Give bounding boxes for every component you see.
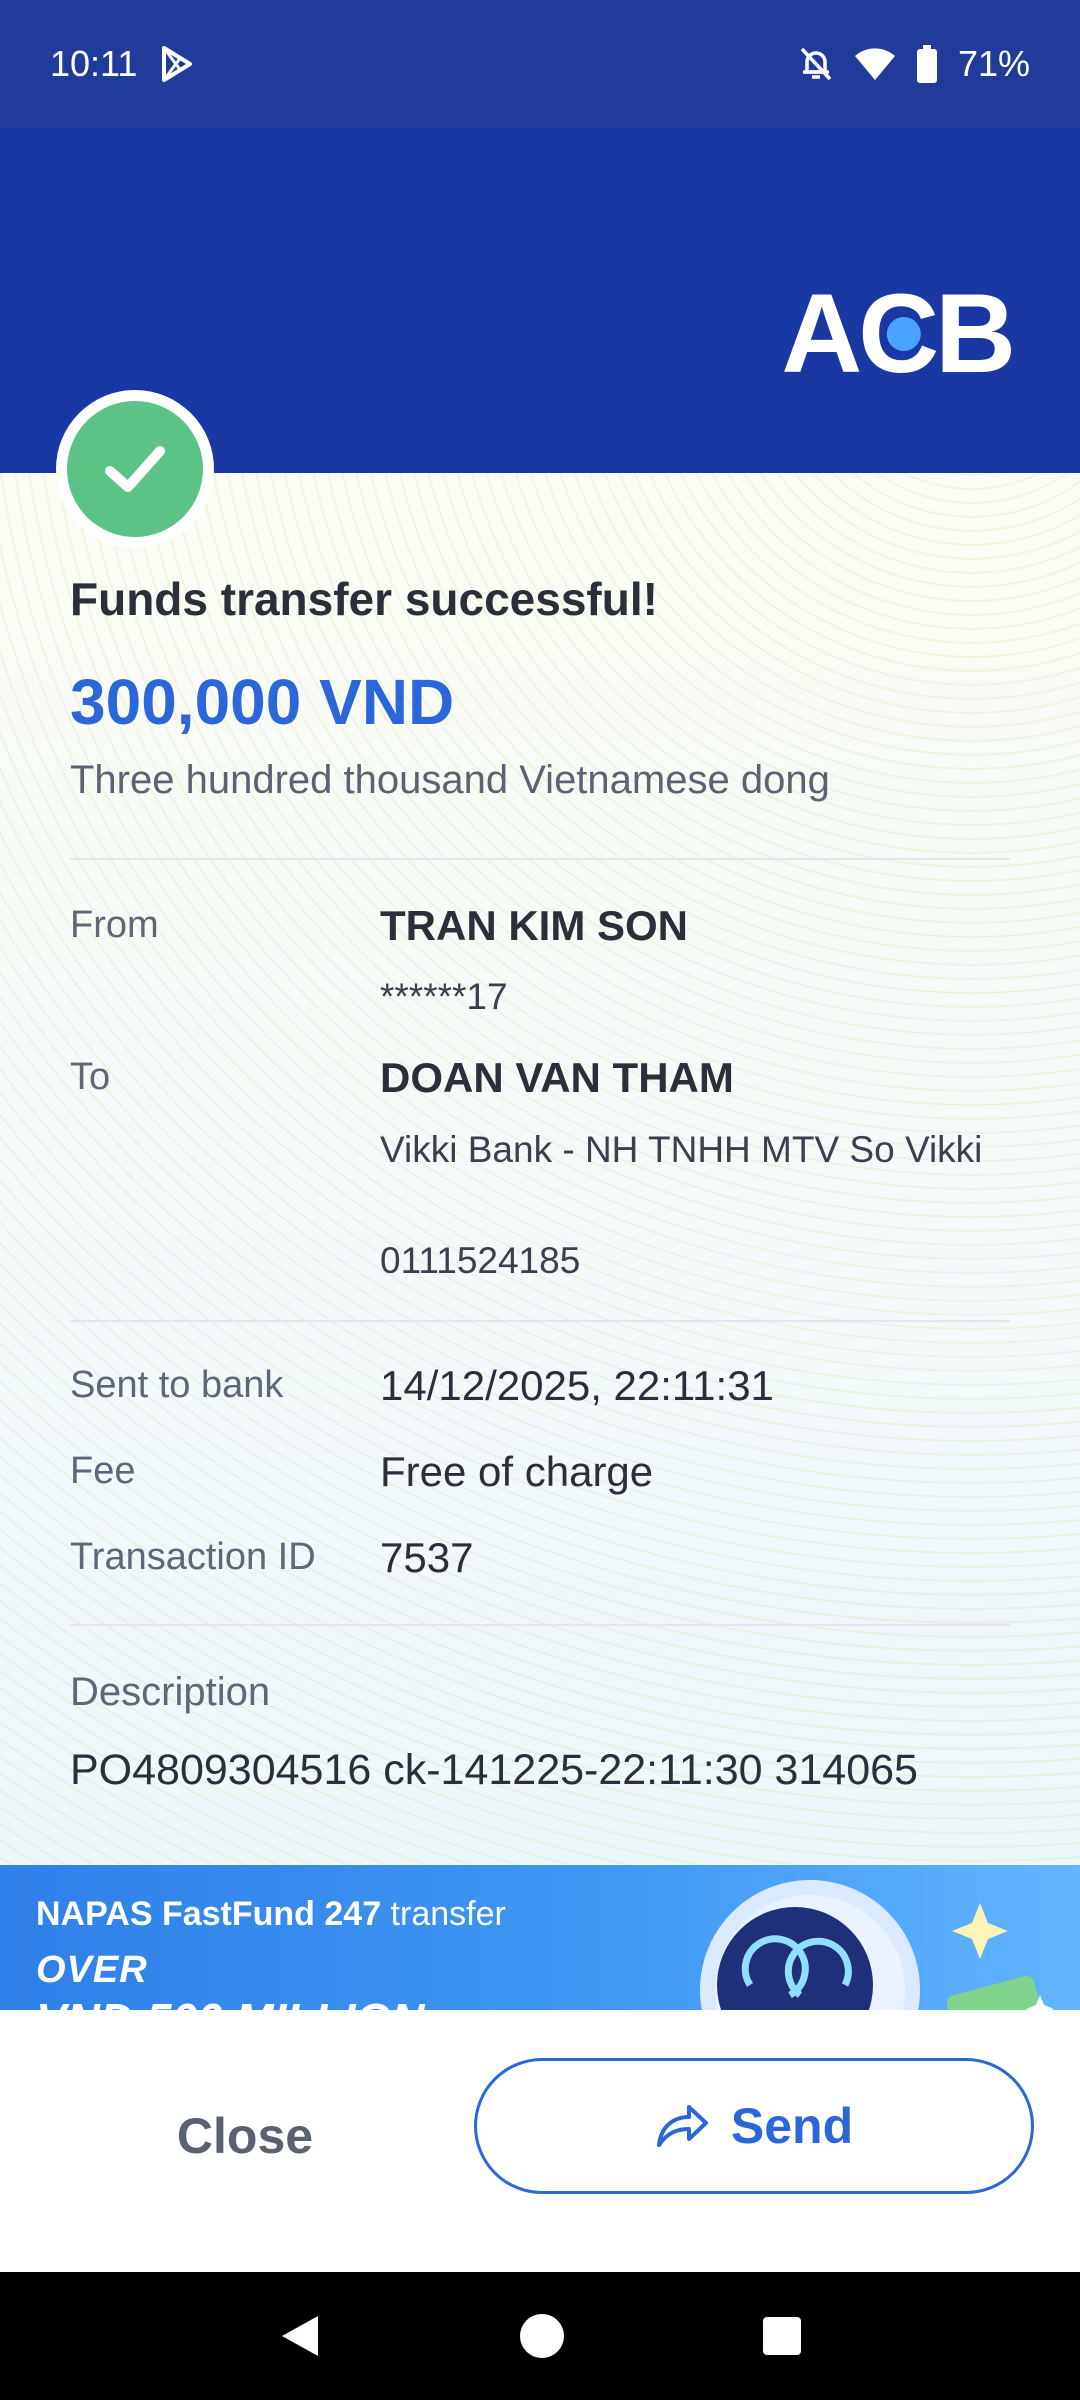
recipient-account: 0111524185 (380, 1240, 581, 1281)
divider (70, 1624, 1010, 1626)
system-nav-bar (0, 2272, 1080, 2400)
sender-account: ******17 (380, 976, 508, 1017)
to-label: To (70, 1056, 111, 1098)
recents-icon[interactable] (762, 2316, 802, 2356)
sender-name: TRAN KIM SON (380, 902, 688, 949)
transaction-id-label: Transaction ID (70, 1536, 316, 1578)
sent-to-bank-value: 14/12/2025, 22:11:31 (380, 1362, 774, 1409)
status-left: 10:11 (50, 43, 195, 85)
fee-value: Free of charge (380, 1448, 654, 1495)
acb-logo: A C B (781, 271, 1016, 396)
description-value: PO4809304516 ck-141225-22:11:30 314065 (70, 1746, 918, 1794)
status-time: 10:11 (50, 43, 138, 84)
description-label: Description (70, 1670, 271, 1714)
back-icon[interactable] (278, 2312, 322, 2360)
divider (70, 1320, 1010, 1322)
mascot-illustration-icon (700, 1880, 1054, 2010)
success-badge (56, 390, 214, 548)
battery-icon (916, 45, 938, 83)
check-icon (105, 446, 165, 492)
banner-amount-text: VND 500 MILLION (36, 1993, 425, 2010)
banner-headline: NAPAS FastFund 247 transfer (36, 1895, 506, 1934)
banner-headline-bold: NAPAS FastFund 247 (36, 1895, 382, 1933)
sent-to-bank-label: Sent to bank (70, 1364, 284, 1406)
transfer-amount: 300,000 VND (70, 666, 455, 738)
send-button-label: Send (730, 2098, 854, 2154)
battery-percent: 71% (957, 43, 1030, 84)
transfer-status-title: Funds transfer successful! (70, 573, 658, 625)
home-icon[interactable] (519, 2313, 565, 2359)
notifications-off-icon (798, 45, 834, 83)
recipient-name: DOAN VAN THAM (380, 1054, 734, 1101)
close-button[interactable]: Close (60, 2068, 430, 2204)
status-bar: 10:11 71% (0, 0, 1080, 128)
banner-over-text: OVER (36, 1949, 148, 1991)
play-store-icon (159, 45, 195, 83)
fee-label: Fee (70, 1450, 136, 1492)
action-bar: Close Send (0, 2010, 1080, 2272)
share-arrow-icon (656, 2105, 708, 2147)
wifi-icon (854, 47, 896, 81)
from-label: From (70, 904, 159, 946)
promo-banner[interactable]: NAPAS FastFund 247 transfer OVER VND 500… (0, 1865, 1080, 2010)
banner-headline-rest: transfer (381, 1895, 506, 1933)
recipient-bank: Vikki Bank - NH TNHH MTV So Vikki (380, 1129, 983, 1170)
amount-in-words: Three hundred thousand Vietnamese dong (70, 758, 830, 802)
status-right: 71% (798, 43, 1030, 85)
send-button[interactable]: Send (474, 2058, 1034, 2194)
divider (70, 858, 1010, 860)
transaction-id-value: 7537 (380, 1534, 474, 1581)
